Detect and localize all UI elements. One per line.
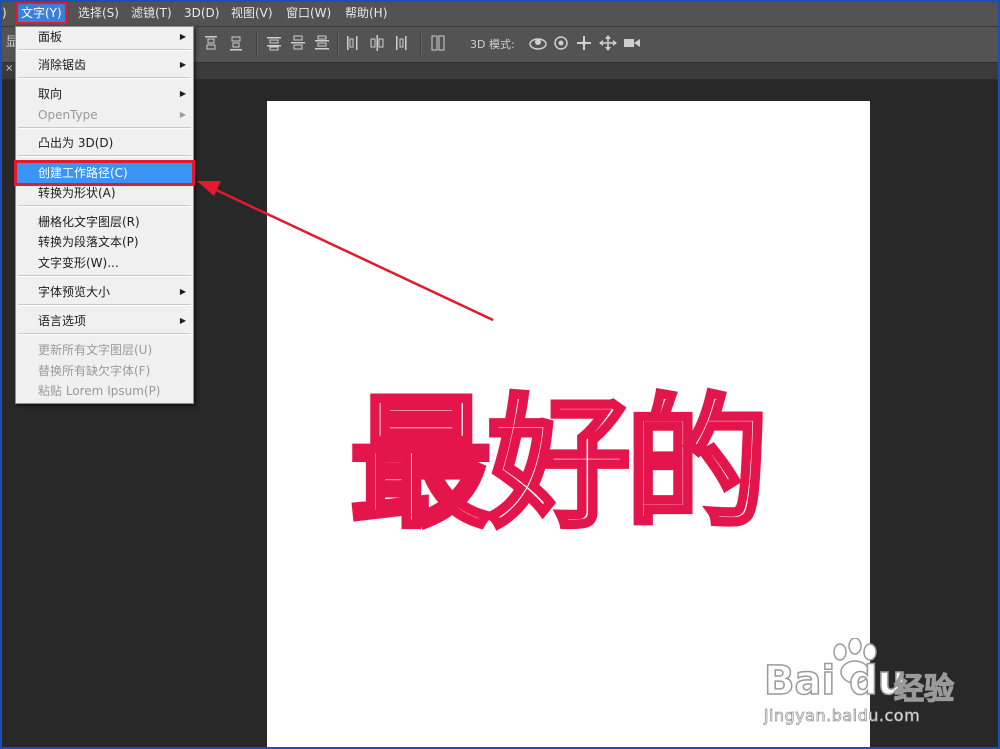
watermark-brand: Bai du [763, 657, 907, 705]
watermark-brand-cn: 经验 [893, 671, 954, 707]
watermark-url: jingyan.baidu.com [764, 706, 921, 726]
annotation-arrow-icon [197, 181, 494, 322]
